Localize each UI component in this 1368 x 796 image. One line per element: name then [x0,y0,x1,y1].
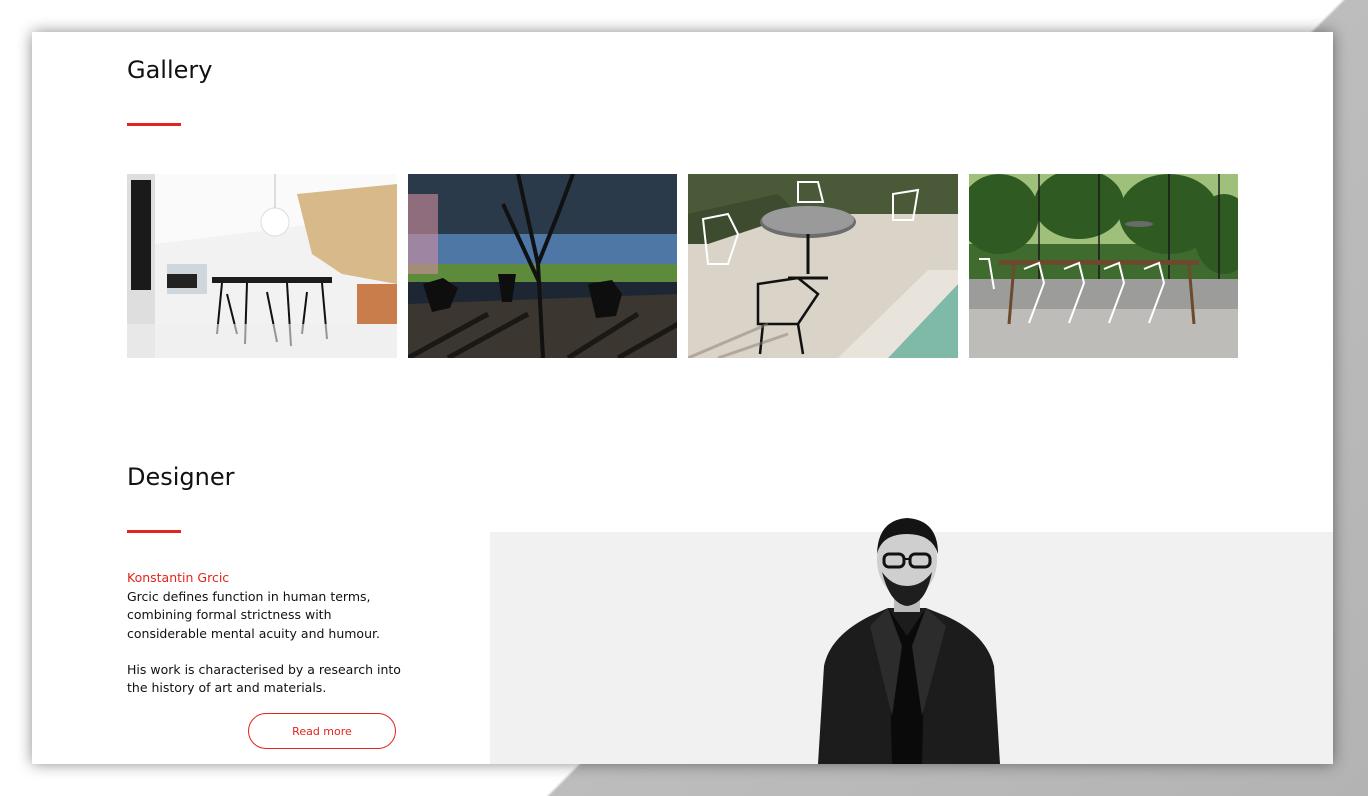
designer-name: Konstantin Grcic [127,570,230,585]
poolside-chairs-photo [688,174,958,358]
designer-heading: Designer [127,463,235,491]
gallery-image-forest[interactable] [968,174,1238,358]
designer-heading-underline [127,530,181,533]
gallery-heading-underline [127,123,181,126]
terrace-tree-photo [407,174,677,358]
gallery-image-poolside[interactable] [688,174,958,358]
content-card: Gallery Designer Konstantin Grcic Grcic … [32,32,1333,764]
gallery-image-interior[interactable] [127,174,397,358]
designer-bio-paragraph-1: Grcic defines function in human terms, c… [127,589,380,641]
read-more-button[interactable]: Read more [248,713,396,749]
interior-dining-room-photo [127,174,397,358]
gallery-grid [127,174,1238,358]
forest-glass-house-photo [968,174,1238,358]
designer-bio-paragraph-2: His work is characterised by a research … [127,662,401,696]
gallery-image-terrace[interactable] [407,174,677,358]
gallery-heading: Gallery [127,56,213,84]
designer-portrait-photo [818,518,1000,764]
